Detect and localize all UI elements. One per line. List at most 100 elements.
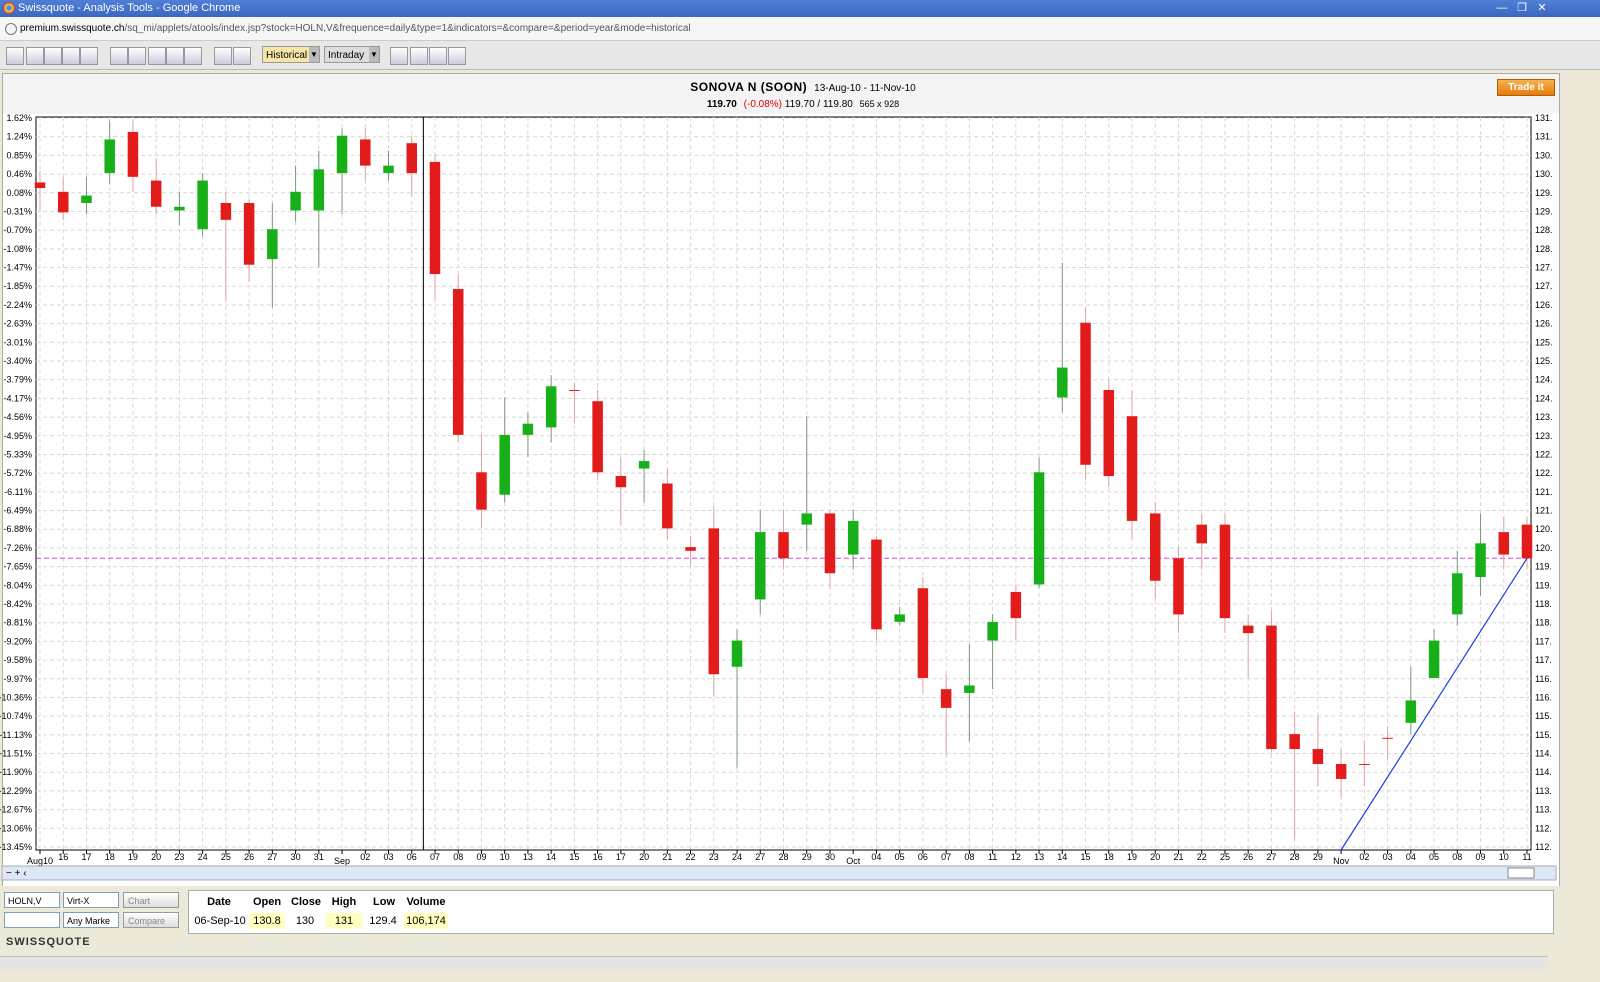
candle-up	[731, 640, 743, 667]
y-tick-right: 118.	[1535, 618, 1552, 628]
candle-down	[940, 689, 952, 708]
x-tick-label: 31	[314, 852, 324, 862]
candle-up	[894, 614, 905, 622]
exchange-select[interactable]: Virt-X	[63, 892, 119, 908]
y-tick-right: 126.	[1535, 300, 1553, 310]
x-tick-label: 30	[291, 852, 301, 862]
y-tick-right: 125.	[1535, 356, 1553, 366]
candle-down	[34, 182, 46, 189]
y-tick-right: 123.	[1535, 412, 1553, 422]
candle-down	[1312, 749, 1324, 764]
candle-up	[104, 139, 115, 174]
candle-down	[778, 532, 789, 559]
y-tick-right: 112.	[1535, 842, 1552, 852]
x-tick-label: 14	[1057, 852, 1067, 862]
candle-up	[964, 685, 975, 693]
horizontal-scrollbar[interactable]	[0, 956, 1548, 969]
y-tick-right: 119.	[1535, 580, 1552, 590]
y-tick-left: -9.20%	[3, 636, 32, 646]
candle-down	[1196, 524, 1207, 544]
x-tick-label: 24	[732, 852, 742, 862]
y-tick-right: 121.	[1535, 487, 1553, 497]
candle-up	[1057, 367, 1068, 398]
y-tick-right: 131.	[1535, 132, 1553, 142]
zoom-controls-icon: − + ‹	[6, 868, 27, 879]
x-tick-label: 27	[755, 852, 765, 862]
y-tick-left: 0.08%	[6, 188, 32, 198]
symbol-input[interactable]: HOLN,V	[4, 892, 60, 908]
candle-down	[917, 588, 929, 678]
y-tick-right: 116.	[1535, 692, 1552, 702]
x-tick-label: 09	[1476, 852, 1486, 862]
candle-up	[801, 513, 812, 525]
y-tick-right: 131.	[1535, 113, 1553, 123]
candle-up	[1405, 700, 1417, 723]
x-tick-label: 06	[407, 852, 417, 862]
y-tick-right: 124.	[1535, 375, 1553, 385]
y-tick-right: 115.	[1535, 711, 1552, 721]
candle-down	[360, 139, 371, 166]
y-tick-left: -1.47%	[3, 263, 32, 273]
market-select[interactable]: Any Marke	[63, 912, 119, 928]
y-tick-left: -11.13%	[0, 730, 32, 740]
x-tick-label: 17	[616, 852, 626, 862]
quote-table: Date Open Close High Low Volume 06-Sep-1…	[188, 890, 1554, 934]
candle-down	[615, 476, 627, 488]
compare-button[interactable]: Compare	[123, 912, 179, 928]
candle-down	[1149, 513, 1161, 581]
y-tick-left: 1.62%	[6, 113, 32, 123]
y-tick-left: -7.26%	[3, 543, 32, 553]
price-chart[interactable]: 1.62% 131. 1.24% 131. 0.85% 130. 0.46% 130. 0.08…	[0, 0, 1600, 886]
candle-down	[429, 161, 441, 275]
x-tick-label: 10	[500, 852, 510, 862]
x-tick-label: 23	[174, 852, 184, 862]
candle-up	[638, 461, 650, 469]
candle-up	[81, 195, 92, 204]
qt-value-date: 06-Sep-10	[194, 915, 246, 927]
x-tick-label: 09	[476, 852, 486, 862]
x-tick-label: Oct	[846, 856, 861, 866]
compare-input[interactable]	[4, 912, 60, 928]
x-tick-label: 29	[1313, 852, 1323, 862]
x-tick-label: 19	[1127, 852, 1137, 862]
candle-down	[452, 289, 464, 435]
y-tick-left: -8.42%	[3, 599, 32, 609]
y-tick-right: 125.	[1535, 337, 1553, 347]
x-tick-label: Aug10	[27, 856, 53, 866]
y-tick-right: 128.	[1535, 225, 1553, 235]
candle-up	[987, 621, 998, 641]
candle-down	[1173, 558, 1184, 615]
x-tick-label: 23	[709, 852, 719, 862]
y-tick-left: -3.79%	[3, 375, 32, 385]
candle-down	[220, 203, 232, 220]
y-tick-left: -4.95%	[3, 431, 32, 441]
chart-button[interactable]: Chart	[123, 892, 179, 908]
x-tick-label: 15	[1081, 852, 1091, 862]
x-tick-label: 11	[988, 852, 997, 862]
x-tick-label: 18	[1104, 852, 1114, 862]
chart-scrollbar	[1, 865, 1557, 881]
qt-header-volume: Volume	[406, 896, 446, 908]
qt-header-low: Low	[373, 896, 395, 908]
y-tick-right: 117.	[1535, 636, 1552, 646]
x-tick-label: 04	[871, 852, 881, 862]
candle-up	[197, 180, 208, 230]
x-tick-label: 07	[941, 852, 951, 862]
x-tick-label: 28	[778, 852, 788, 862]
x-tick-label: 24	[198, 852, 208, 862]
x-tick-label: 13	[523, 852, 533, 862]
x-tick-label: 03	[384, 852, 394, 862]
x-tick-label: 20	[151, 852, 161, 862]
candle-up	[290, 191, 301, 211]
swissquote-logo: SWISSQUOTE	[6, 936, 91, 948]
y-tick-left: -2.24%	[3, 300, 32, 310]
y-tick-right: 120.	[1535, 543, 1553, 553]
x-tick-label: 16	[593, 852, 603, 862]
y-tick-right: 130.	[1535, 169, 1553, 179]
x-tick-label: 05	[1429, 852, 1439, 862]
candle-down	[824, 513, 836, 574]
y-tick-right: 113.	[1535, 805, 1552, 815]
candle-down	[1010, 591, 1022, 619]
candle-down	[1219, 524, 1231, 619]
candle-up	[755, 532, 766, 600]
